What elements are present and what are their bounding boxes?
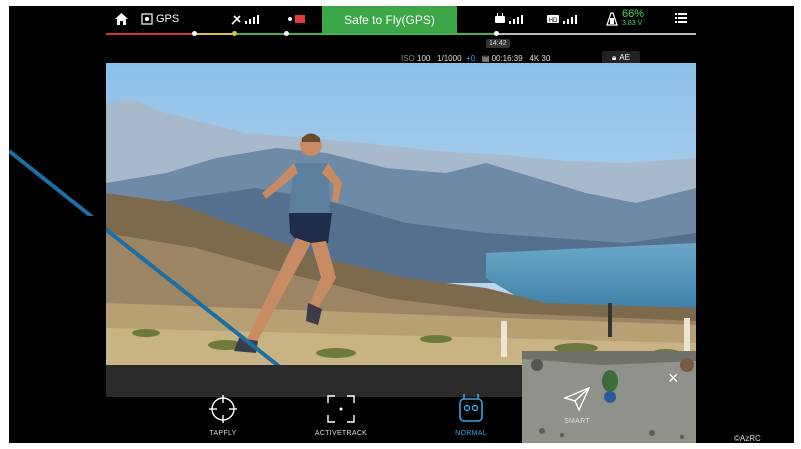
battery-percent: 66% <box>622 8 645 20</box>
satellite-icon <box>141 13 153 25</box>
mode-label: SMART <box>564 418 590 425</box>
flight-status-text: Safe to Fly(GPS) <box>344 13 435 27</box>
menu-icon <box>675 13 687 23</box>
flight-time: 14:42 <box>486 39 510 48</box>
flight-status-banner[interactable]: Safe to Fly(GPS) <box>322 6 457 34</box>
home-button[interactable] <box>115 13 128 25</box>
hd-signal[interactable]: HD <box>547 13 581 25</box>
paper-plane-icon <box>563 386 591 412</box>
lock-icon: 🔒︎ <box>612 52 617 62</box>
resolution: 4K 30 <box>529 54 551 63</box>
camera-feed-image <box>106 63 696 365</box>
watermark: ©AzRC <box>734 434 761 443</box>
mode-label: ACTIVETRACK <box>314 430 368 437</box>
menu-button[interactable] <box>675 13 687 23</box>
svg-text:HD: HD <box>549 18 558 24</box>
remaining-time: 00:16:39 <box>491 54 523 63</box>
shutter-value: 1/1000 <box>437 54 462 63</box>
iso-value: 100 <box>417 54 431 63</box>
progress-marker <box>232 31 237 36</box>
mode-label: NORMAL <box>455 430 487 437</box>
top-status-bar: GPS Safe to Fly(GPS) HD 66% 3.83 V <box>9 6 794 36</box>
mode-tapfly[interactable]: TAPFLY <box>178 393 268 437</box>
rc-signal[interactable] <box>495 13 527 25</box>
remote-controller-icon <box>459 394 483 422</box>
flight-progress-bar <box>106 31 696 36</box>
hd-video-signal-icon: HD <box>547 15 577 24</box>
ev-value: +0 <box>465 54 476 63</box>
battery-voltage: 3.83 V <box>622 20 643 27</box>
progress-marker <box>284 31 289 36</box>
progress-red-segment <box>106 33 194 35</box>
signal-strength[interactable] <box>231 13 267 25</box>
ae-label: AE <box>619 53 630 62</box>
progress-marker <box>494 31 499 36</box>
vision-sensor-icon <box>288 15 305 23</box>
mode-normal[interactable]: NORMAL <box>426 393 516 437</box>
progress-grey-segment <box>496 33 696 35</box>
progress-yellow-segment <box>194 33 234 35</box>
progress-green-segment <box>234 33 496 35</box>
home-icon <box>115 13 128 25</box>
minimap-close-button[interactable]: × <box>668 369 679 387</box>
app-screen: GPS Safe to Fly(GPS) HD 66% 3.83 V 14:42… <box>9 6 794 443</box>
minimap[interactable]: × SMART <box>522 351 696 443</box>
mode-label: TAPFLY <box>209 430 237 437</box>
annotation-line <box>9 149 95 216</box>
remote-signal-icon <box>495 13 523 24</box>
track-frame-icon <box>327 395 355 423</box>
obstacle-sensor[interactable] <box>287 13 307 25</box>
gps-label: GPS <box>156 13 180 25</box>
camera-settings-row[interactable]: ISO 100 1/1000 +0 ▤ 00:16:39 4K 30 <box>401 54 550 63</box>
gps-status[interactable]: GPS <box>141 13 179 25</box>
battery-status[interactable]: 66% 3.83 V <box>605 8 645 28</box>
mode-smart[interactable]: SMART <box>532 385 622 425</box>
mode-activetrack[interactable]: ACTIVETRACK <box>296 393 386 437</box>
progress-marker <box>192 31 197 36</box>
storage-icon: ▤ <box>481 54 490 63</box>
crosshair-icon <box>209 395 237 423</box>
battery-icon <box>606 12 618 26</box>
aircraft-signal-icon <box>231 15 259 25</box>
live-camera-view[interactable] <box>106 63 696 365</box>
